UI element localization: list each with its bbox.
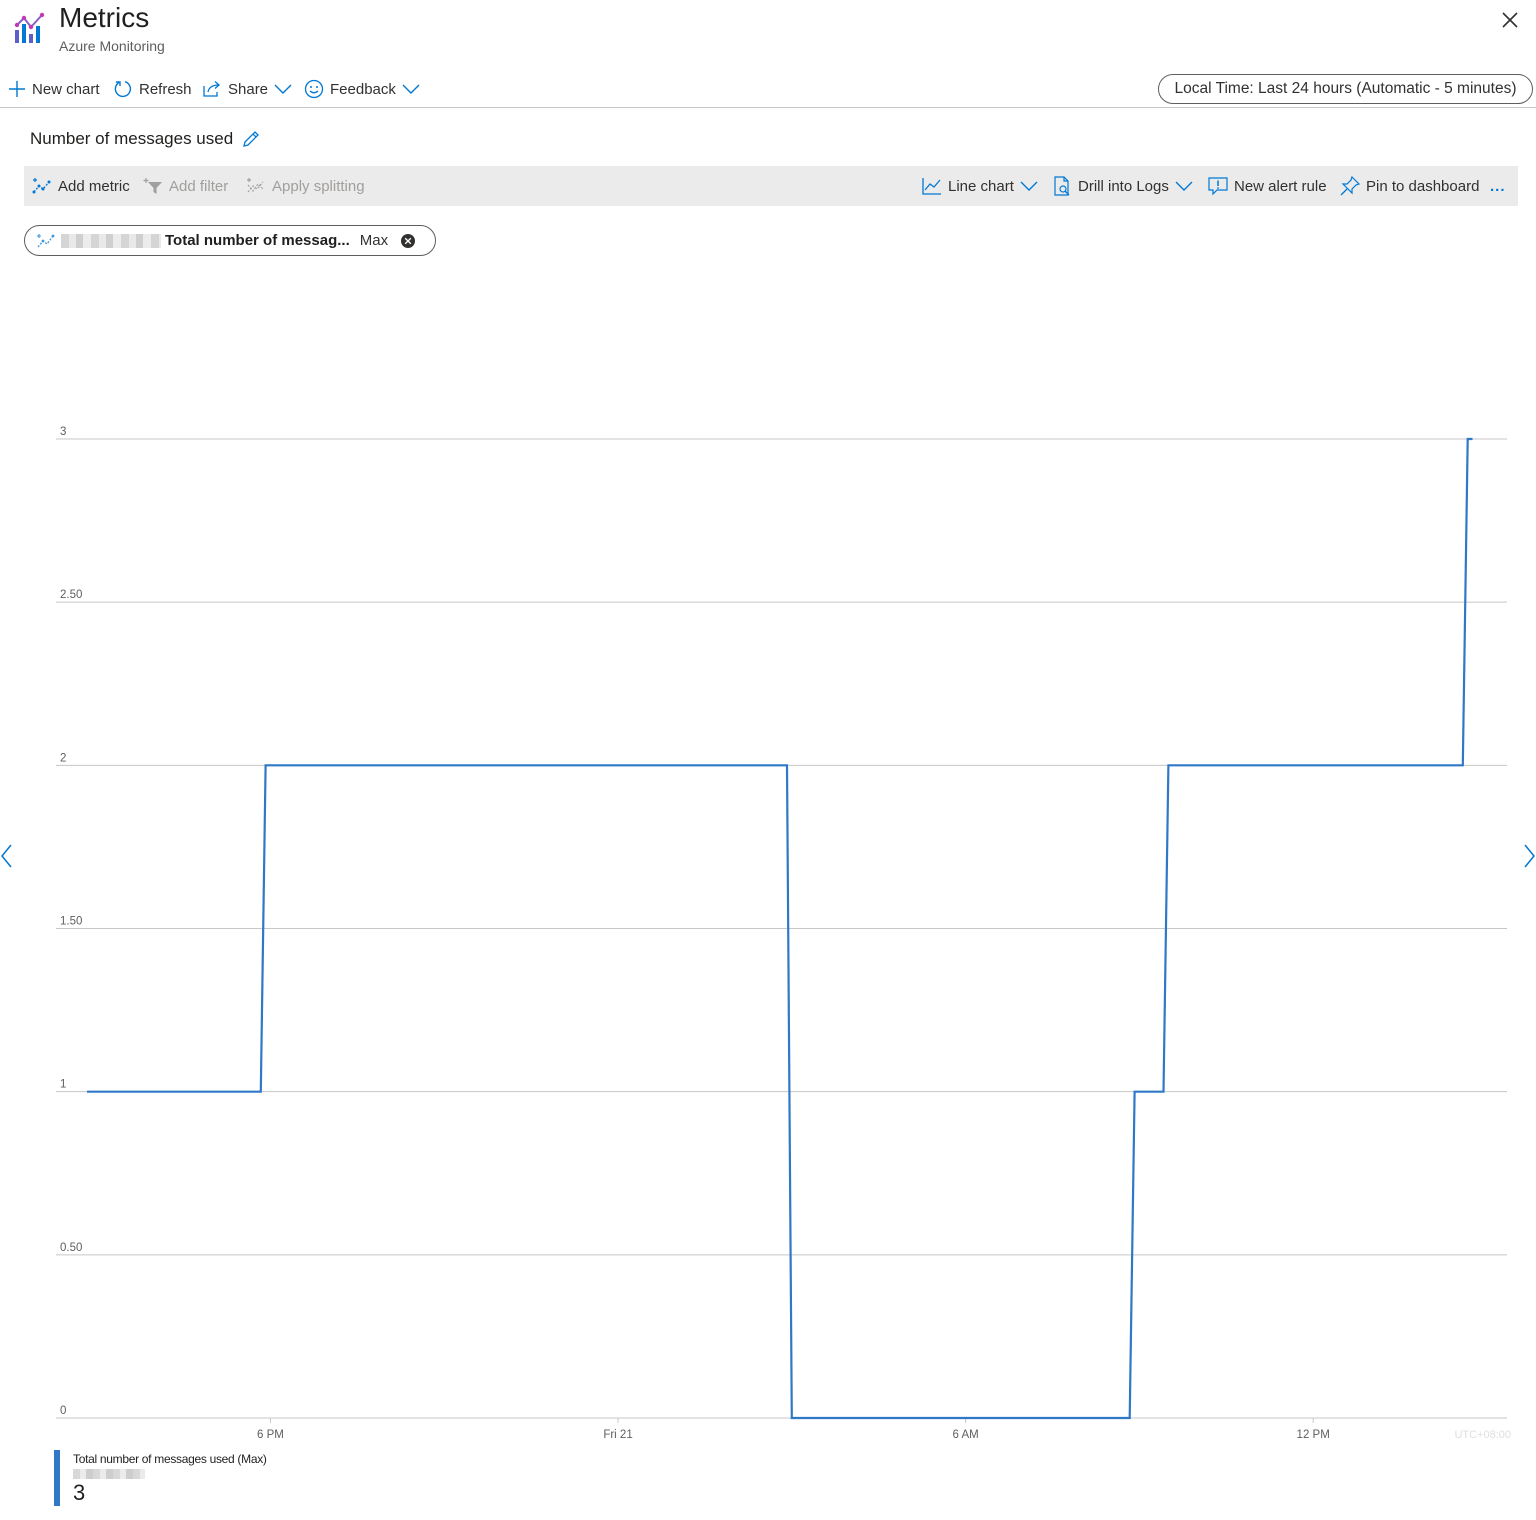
x-tick-label: 12 PM — [1297, 1429, 1330, 1441]
add-filter-label: Add filter — [169, 177, 229, 195]
metric-icon — [37, 233, 55, 247]
chart-type-button[interactable]: Line chart — [922, 173, 1038, 199]
chevron-down-icon — [402, 84, 420, 94]
legend-series-value: 3 — [73, 1480, 86, 1505]
page-subtitle: Azure Monitoring — [59, 38, 165, 54]
y-tick-label: 2 — [60, 752, 66, 764]
chevron-left-icon[interactable] — [0, 843, 14, 869]
chevron-right-icon[interactable] — [1522, 843, 1536, 869]
line-chart-icon — [922, 178, 941, 195]
logs-icon — [1054, 176, 1070, 196]
splitting-icon — [247, 178, 264, 193]
y-tick-label: 0 — [60, 1405, 66, 1417]
y-tick-label: 2.50 — [60, 589, 82, 601]
pin-to-dashboard-label: Pin to dashboard — [1366, 177, 1480, 195]
chevron-down-icon — [274, 84, 292, 94]
y-tick-label: 1.50 — [60, 916, 82, 928]
chart-title-row: Number of messages used — [30, 126, 261, 152]
metric-pill[interactable]: Total number of messag... Max — [24, 225, 436, 256]
refresh-icon — [114, 81, 132, 98]
metric-name: Total number of messag... — [165, 232, 350, 249]
chart-toolbar: Add metric Add filter Apply splitting Li… — [24, 166, 1518, 206]
apply-splitting-label: Apply splitting — [272, 177, 365, 195]
share-label: Share — [228, 80, 269, 98]
add-filter-button[interactable]: Add filter — [143, 173, 228, 199]
resource-name-redacted — [61, 233, 161, 248]
blade-header: Metrics Azure Monitoring — [0, 0, 1536, 66]
share-icon — [203, 81, 220, 97]
metric-aggregation: Max — [359, 232, 389, 249]
drill-into-logs-button[interactable]: Drill into Logs — [1052, 173, 1193, 199]
y-tick-label: 0.50 — [60, 1242, 82, 1254]
legend-resource-redacted — [73, 1469, 145, 1479]
refresh-label: Refresh — [139, 80, 192, 98]
feedback-button[interactable]: Feedback — [304, 76, 420, 102]
chart-legend: Total number of messages used (Max) 3 — [54, 1450, 267, 1506]
time-range-picker[interactable]: Local Time: Last 24 hours (Automatic - 5… — [1158, 74, 1533, 104]
apply-splitting-button[interactable]: Apply splitting — [246, 173, 365, 199]
drill-into-logs-label: Drill into Logs — [1078, 177, 1169, 195]
timezone-label: UTC+08:00 — [1454, 1429, 1511, 1441]
new-chart-label: New chart — [32, 80, 100, 98]
pin-to-dashboard-button[interactable]: Pin to dashboard — [1340, 173, 1479, 199]
add-metric-icon — [32, 178, 51, 194]
chevron-down-icon — [1175, 181, 1193, 191]
x-tick-label: Fri 21 — [603, 1429, 632, 1441]
new-alert-rule-button[interactable]: New alert rule — [1208, 173, 1327, 199]
refresh-button[interactable]: Refresh — [113, 76, 192, 102]
series-line — [87, 437, 1473, 1420]
filter-icon — [143, 178, 162, 194]
smiley-icon — [304, 79, 324, 99]
chart-title: Number of messages used — [30, 129, 234, 148]
new-alert-rule-label: New alert rule — [1234, 177, 1327, 195]
more-options-button[interactable]: ... — [1490, 173, 1506, 199]
command-bar: New chart Refresh Share Feedback Local T… — [0, 70, 1536, 108]
new-chart-button[interactable]: New chart — [8, 76, 100, 102]
legend-series-name: Total number of messages used (Max) — [73, 1452, 267, 1466]
share-button[interactable]: Share — [202, 76, 292, 102]
remove-metric-icon[interactable] — [400, 233, 416, 249]
y-tick-label: 1 — [60, 1079, 66, 1091]
page-title: Metrics — [59, 2, 150, 33]
pencil-icon[interactable] — [241, 129, 261, 149]
add-metric-label: Add metric — [58, 177, 130, 195]
plus-icon — [9, 81, 25, 97]
line-chart-label: Line chart — [948, 177, 1014, 195]
x-tick-label: 6 AM — [952, 1429, 978, 1441]
y-tick-label: 3 — [60, 426, 66, 438]
add-metric-button[interactable]: Add metric — [32, 173, 130, 199]
metrics-logo-icon — [14, 12, 45, 43]
x-tick-label: 6 PM — [257, 1429, 284, 1441]
alert-icon — [1208, 177, 1228, 196]
chevron-down-icon — [1020, 181, 1038, 191]
close-icon[interactable] — [1498, 8, 1522, 32]
pin-icon — [1340, 176, 1360, 196]
feedback-label: Feedback — [330, 80, 396, 98]
